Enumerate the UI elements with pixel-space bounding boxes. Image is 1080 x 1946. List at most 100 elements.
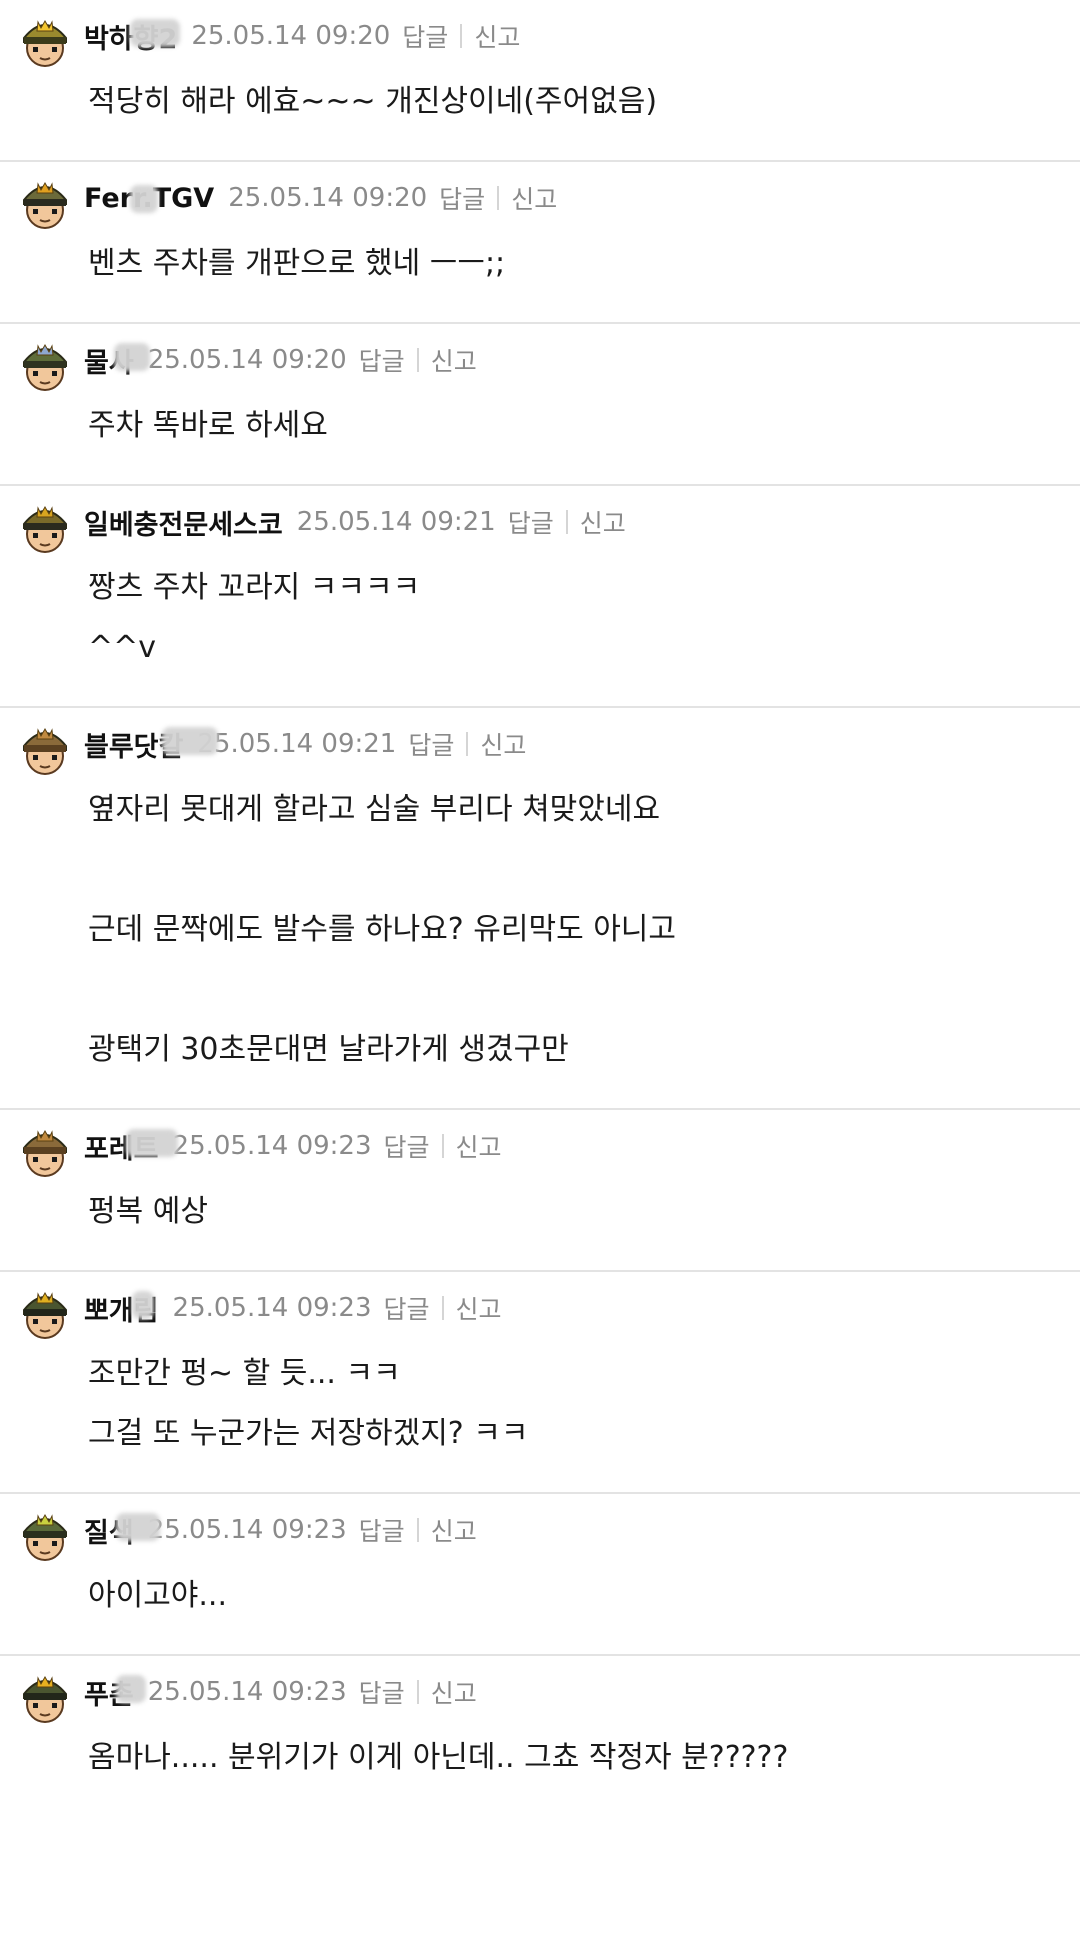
report-link[interactable]: 신고 — [474, 18, 520, 54]
divider — [565, 510, 568, 534]
reply-link[interactable]: 답글 — [508, 504, 554, 540]
comment-timestamp: 25.05.14 09:20 — [191, 21, 391, 51]
comment-text-line: ^^v — [88, 630, 157, 665]
reply-link[interactable]: 답글 — [359, 1512, 405, 1548]
comment-text-line — [88, 960, 1072, 1020]
nickname-mask — [116, 1674, 146, 1703]
user-avatar-icon[interactable] — [16, 498, 74, 556]
nickname-mask — [132, 1290, 154, 1319]
divider — [460, 24, 463, 48]
nickname[interactable]: Ferr.TGV — [84, 183, 214, 214]
report-link[interactable]: 신고 — [580, 504, 626, 540]
report-link[interactable]: 신고 — [456, 1290, 502, 1326]
comment-item: 포레트 25.05.14 09:23 답글 신고 펑복 예상 — [0, 1110, 1080, 1272]
nickname[interactable]: 블루닷칼 — [84, 725, 218, 764]
nickname[interactable]: 일베충전문세스코 — [84, 503, 283, 542]
reply-link[interactable]: 답글 — [359, 342, 405, 378]
comment-item: 뽀개림 25.05.14 09:23 답글 신고 조만간 펑~ 할 듯... ㅋ… — [0, 1272, 1080, 1494]
report-link[interactable]: 신고 — [431, 1674, 477, 1710]
nickname[interactable]: 질색 — [84, 1511, 160, 1550]
comment-header: 블루닷칼 25.05.14 09:21 답글 신고 — [16, 708, 1072, 780]
comment-timestamp: 25.05.14 09:21 — [296, 507, 496, 537]
comment-header: 푸촌 25.05.14 09:23 답글 신고 — [16, 1656, 1072, 1728]
user-avatar-icon[interactable] — [16, 1668, 74, 1726]
comment-text-line: 조만간 펑~ 할 듯... ㅋㅋ — [88, 1356, 401, 1391]
comment-header: 물사 25.05.14 09:20 답글 신고 — [16, 324, 1072, 396]
nickname[interactable]: 박하향2 — [84, 17, 180, 56]
comment-header: 뽀개림 25.05.14 09:23 답글 신고 — [16, 1272, 1072, 1344]
nickname-mask — [114, 342, 150, 371]
nickname[interactable]: 푸촌 — [84, 1673, 146, 1712]
user-avatar-icon[interactable] — [16, 336, 74, 394]
reply-link[interactable]: 답글 — [439, 180, 485, 216]
comment-meta: 물사 25.05.14 09:20 답글 신고 — [84, 341, 477, 380]
comment-timestamp: 25.05.14 09:23 — [172, 1131, 372, 1161]
comment-item: 일베충전문세스코 25.05.14 09:21 답글 신고 짱츠 주차 꼬라지 … — [0, 486, 1080, 708]
comment-meta: 푸촌 25.05.14 09:23 답글 신고 — [84, 1673, 477, 1712]
report-link[interactable]: 신고 — [431, 342, 477, 378]
comment-text-line: 옴마나..... 분위기가 이게 아닌데.. 그쵸 작정자 분????? — [88, 1740, 789, 1775]
user-avatar-icon[interactable] — [16, 1506, 74, 1564]
comment-meta: 뽀개림 25.05.14 09:23 답글 신고 — [84, 1289, 502, 1328]
divider — [416, 348, 419, 372]
comment-header: 포레트 25.05.14 09:23 답글 신고 — [16, 1110, 1072, 1182]
report-link[interactable]: 신고 — [511, 180, 557, 216]
comment-timestamp: 25.05.14 09:23 — [147, 1677, 347, 1707]
comment-timestamp: 25.05.14 09:20 — [147, 345, 347, 375]
reply-link[interactable]: 답글 — [408, 726, 454, 762]
comment-text-line: 적당히 해라 에효~~~ 개진상이네(주어없음) — [88, 84, 658, 119]
report-link[interactable]: 신고 — [480, 726, 526, 762]
comment-item: Ferr.TGV 25.05.14 09:20 답글 신고 벤츠 주차를 개판으… — [0, 162, 1080, 324]
nickname[interactable]: 포레트 — [84, 1127, 178, 1166]
comment-timestamp: 25.05.14 09:23 — [147, 1515, 347, 1545]
comment-text-line: 펑복 예상 — [88, 1194, 208, 1229]
user-avatar-icon[interactable] — [16, 12, 74, 70]
nickname-mask — [130, 18, 180, 47]
comment-timestamp: 25.05.14 09:20 — [228, 183, 428, 213]
report-link[interactable]: 신고 — [431, 1512, 477, 1548]
comment-item: 박하향2 25.05.14 09:20 답글 신고 적당히 해라 에효~~~ 개… — [0, 0, 1080, 162]
user-avatar-icon[interactable] — [16, 1284, 74, 1342]
comment-text-line: 아이고야... — [88, 1578, 228, 1613]
comment-body: 적당히 해라 에효~~~ 개진상이네(주어없음) — [88, 72, 1072, 160]
divider — [441, 1296, 444, 1320]
nickname[interactable]: 뽀개림 — [84, 1289, 159, 1328]
comment-meta: 일베충전문세스코 25.05.14 09:21 답글 신고 — [84, 503, 626, 542]
comment-text-line: 벤츠 주차를 개판으로 했네 ㅡㅡ;; — [88, 246, 506, 281]
reply-link[interactable]: 답글 — [384, 1290, 430, 1326]
comment-meta: 질색 25.05.14 09:23 답글 신고 — [84, 1511, 477, 1550]
report-link[interactable]: 신고 — [456, 1128, 502, 1164]
divider — [466, 732, 469, 756]
comment-body: 벤츠 주차를 개판으로 했네 ㅡㅡ;; — [88, 234, 1072, 322]
user-avatar-icon[interactable] — [16, 720, 74, 778]
comment-text-line: 근데 문짝에도 발수를 하나요? 유리막도 아니고 — [88, 912, 677, 947]
comment-body: 옆자리 못대게 할라고 심술 부리다 쳐맞았네요근데 문짝에도 발수를 하나요?… — [88, 780, 1072, 1108]
divider — [416, 1518, 419, 1542]
comment-body: 주차 똑바로 하세요 — [88, 396, 1072, 484]
reply-link[interactable]: 답글 — [359, 1674, 405, 1710]
comment-body: 펑복 예상 — [88, 1182, 1072, 1270]
comment-text-line: 옆자리 못대게 할라고 심술 부리다 쳐맞았네요 — [88, 792, 661, 827]
reply-link[interactable]: 답글 — [384, 1128, 430, 1164]
comment-list: 박하향2 25.05.14 09:20 답글 신고 적당히 해라 에효~~~ 개… — [0, 0, 1080, 1816]
comment-item: 푸촌 25.05.14 09:23 답글 신고 옴마나..... 분위기가 이게… — [0, 1656, 1080, 1816]
nickname-mask — [116, 1512, 160, 1541]
divider — [497, 186, 500, 210]
comment-body: 아이고야... — [88, 1566, 1072, 1654]
user-avatar-icon[interactable] — [16, 174, 74, 232]
nickname-mask — [130, 184, 158, 213]
comment-item: 질색 25.05.14 09:23 답글 신고 아이고야... — [0, 1494, 1080, 1656]
comment-text-line: 주차 똑바로 하세요 — [88, 408, 328, 443]
user-avatar-icon[interactable] — [16, 1122, 74, 1180]
comment-meta: Ferr.TGV 25.05.14 09:20 답글 신고 — [84, 180, 557, 216]
comment-meta: 블루닷칼 25.05.14 09:21 답글 신고 — [84, 725, 526, 764]
reply-link[interactable]: 답글 — [402, 18, 448, 54]
nickname-mask — [126, 1128, 178, 1157]
nickname-mask — [162, 726, 218, 755]
comment-text-line: 그걸 또 누군가는 저장하겠지? ㅋㅋ — [88, 1416, 529, 1451]
divider — [416, 1680, 419, 1704]
comment-header: 일베충전문세스코 25.05.14 09:21 답글 신고 — [16, 486, 1072, 558]
comment-meta: 포레트 25.05.14 09:23 답글 신고 — [84, 1127, 502, 1166]
nickname[interactable]: 물사 — [84, 341, 150, 380]
comment-body: 옴마나..... 분위기가 이게 아닌데.. 그쵸 작정자 분????? — [88, 1728, 1072, 1816]
